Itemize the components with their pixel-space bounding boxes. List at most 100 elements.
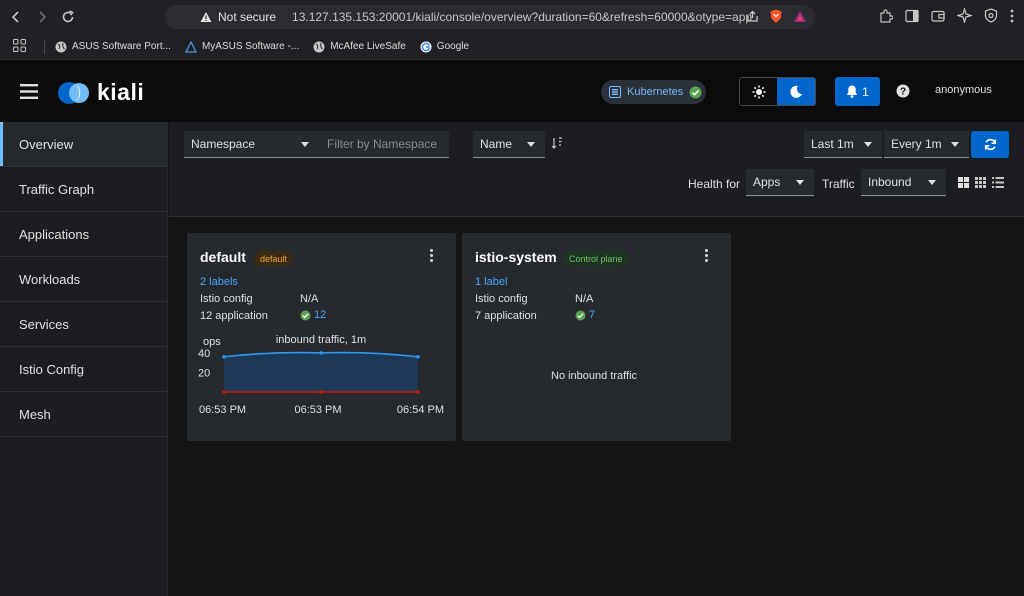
control-plane-badge: Control plane <box>563 251 629 266</box>
x-tick-label: 06:54 PM <box>397 404 444 416</box>
sidebar-item-services[interactable]: Services <box>0 302 167 347</box>
refresh-interval-value: Every 1m <box>891 137 942 151</box>
sun-icon <box>752 85 765 98</box>
application-health-link[interactable]: 12 <box>300 309 326 321</box>
data-point <box>416 390 420 394</box>
bookmark-label: MyASUS Software -... <box>201 41 300 52</box>
user-menu[interactable]: anonymous <box>935 84 992 96</box>
bookmark-myasus-software[interactable]: MyASUS Software -... <box>184 40 300 53</box>
sidebar: Overview Traffic Graph Applications Work… <box>0 122 168 596</box>
sort-field-select[interactable]: Name <box>473 131 545 158</box>
data-point <box>319 351 323 355</box>
browser-menu-icon[interactable] <box>1010 9 1014 23</box>
overview-toolbar: Namespace Name Last 1m Every 1m Health f… <box>169 122 1024 217</box>
sidebar-item-traffic-graph[interactable]: Traffic Graph <box>0 167 167 212</box>
check-circle-icon <box>300 310 311 320</box>
kiali-logo-icon <box>58 81 89 104</box>
istio-config-label: Istio config <box>200 293 253 305</box>
sidebar-item-applications[interactable]: Applications <box>0 212 167 257</box>
url-text[interactable]: 13.127.135.153:20001/kiali/console/overv… <box>292 10 752 24</box>
sort-direction-icon[interactable] <box>551 137 563 152</box>
application-count-label: 7 application <box>475 310 537 322</box>
sidebar-item-mesh[interactable]: Mesh <box>0 392 167 437</box>
health-for-label: Health for <box>688 177 741 191</box>
y-tick-label: 40 <box>198 348 210 360</box>
traffic-direction-value: Inbound <box>868 175 912 189</box>
security-label: Not secure <box>218 10 277 24</box>
healthy-count: 7 <box>589 309 596 321</box>
back-icon[interactable] <box>6 7 26 27</box>
bookmark-google[interactable]: Google <box>420 41 469 53</box>
extensions-icon[interactable] <box>879 8 893 23</box>
expand-view-icon[interactable] <box>958 177 969 188</box>
namespace-title[interactable]: istio-system <box>475 249 557 265</box>
inbound-traffic-chart: inbound traffic, 1m ops40 20 06:53 PM 06:53 … <box>198 334 444 416</box>
apps-grid-icon[interactable] <box>13 38 26 55</box>
sidebar-item-workloads[interactable]: Workloads <box>0 257 167 302</box>
bookmarks-separator <box>44 39 45 54</box>
reload-icon[interactable] <box>58 7 78 27</box>
logo-text: kiali <box>97 79 145 105</box>
namespace-title[interactable]: default <box>200 249 246 265</box>
refresh-button[interactable] <box>971 131 1009 158</box>
dark-theme-button[interactable] <box>777 78 815 105</box>
vpn-shield-icon[interactable] <box>984 8 998 23</box>
cluster-label: Kubernetes <box>627 86 684 98</box>
warning-icon <box>200 12 212 22</box>
google-icon <box>420 41 432 53</box>
sidebar-toggle-icon[interactable] <box>905 9 919 23</box>
kebab-menu-icon[interactable] <box>703 249 709 262</box>
share-icon[interactable] <box>746 10 759 23</box>
leo-ai-icon[interactable] <box>957 8 972 23</box>
sidebar-item-istio-config[interactable]: Istio Config <box>0 347 167 392</box>
asus-icon <box>184 40 197 53</box>
sort-field-value: Name <box>480 137 513 151</box>
chart-title: inbound traffic, 1m <box>276 334 366 346</box>
notification-count: 1 <box>862 84 869 99</box>
hamburger-menu-icon[interactable] <box>20 84 38 102</box>
duration-select[interactable]: Last 1m <box>804 131 882 158</box>
light-theme-button[interactable] <box>740 78 778 105</box>
refresh-interval-select[interactable]: Every 1m <box>884 131 969 158</box>
svg-text:?: ? <box>900 87 906 98</box>
kiali-logo[interactable]: kiali <box>57 79 144 106</box>
globe-icon <box>55 41 67 53</box>
application-health-link[interactable]: 7 <box>575 309 595 321</box>
filter-type-select[interactable]: Namespace <box>184 131 319 158</box>
security-indicator[interactable]: Not secure <box>200 10 276 24</box>
address-bar[interactable]: Not secure 13.127.135.153:20001/kiali/co… <box>165 5 815 29</box>
kebab-menu-icon[interactable] <box>428 249 434 262</box>
labels-link[interactable]: 2 labels <box>200 276 238 288</box>
namespace-filter-input[interactable] <box>319 131 449 158</box>
y-axis-label: ops <box>203 336 221 348</box>
istio-config-value: N/A <box>575 293 594 305</box>
caret-down-icon <box>796 180 804 185</box>
moon-icon <box>790 85 802 98</box>
caret-down-icon <box>928 180 936 185</box>
labels-link[interactable]: 1 label <box>475 276 507 288</box>
bookmark-asus-software-portal[interactable]: ASUS Software Port... <box>55 41 171 53</box>
health-for-value: Apps <box>753 175 781 189</box>
brave-rewards-icon[interactable] <box>793 10 807 23</box>
bookmark-mcafee-livesafe[interactable]: McAfee LiveSafe <box>313 41 406 53</box>
cluster-badge[interactable]: Kubernetes <box>601 80 706 104</box>
bookmark-label: McAfee LiveSafe <box>330 41 406 52</box>
bookmarks-bar: ASUS Software Port... MyASUS Software -.… <box>0 34 1024 60</box>
notifications-button[interactable]: 1 <box>835 77 880 106</box>
sidebar-item-overview[interactable]: Overview <box>0 122 167 167</box>
duration-value: Last 1m <box>811 137 854 151</box>
list-view-icon[interactable] <box>992 177 1004 188</box>
help-icon[interactable]: ? <box>896 84 910 101</box>
bell-icon <box>846 85 858 98</box>
compact-view-icon[interactable] <box>975 177 986 188</box>
data-point <box>222 354 226 359</box>
browser-toolbar: Not secure 13.127.135.153:20001/kiali/co… <box>0 0 1024 34</box>
healthy-count: 12 <box>314 309 327 321</box>
traffic-direction-select[interactable]: Inbound <box>861 169 946 196</box>
forward-icon[interactable] <box>32 7 52 27</box>
wallet-icon[interactable] <box>931 9 945 23</box>
brave-shield-icon[interactable] <box>769 9 783 24</box>
sync-icon <box>984 138 996 151</box>
health-for-select[interactable]: Apps <box>746 169 814 196</box>
x-tick-label: 06:53 PM <box>294 404 341 416</box>
